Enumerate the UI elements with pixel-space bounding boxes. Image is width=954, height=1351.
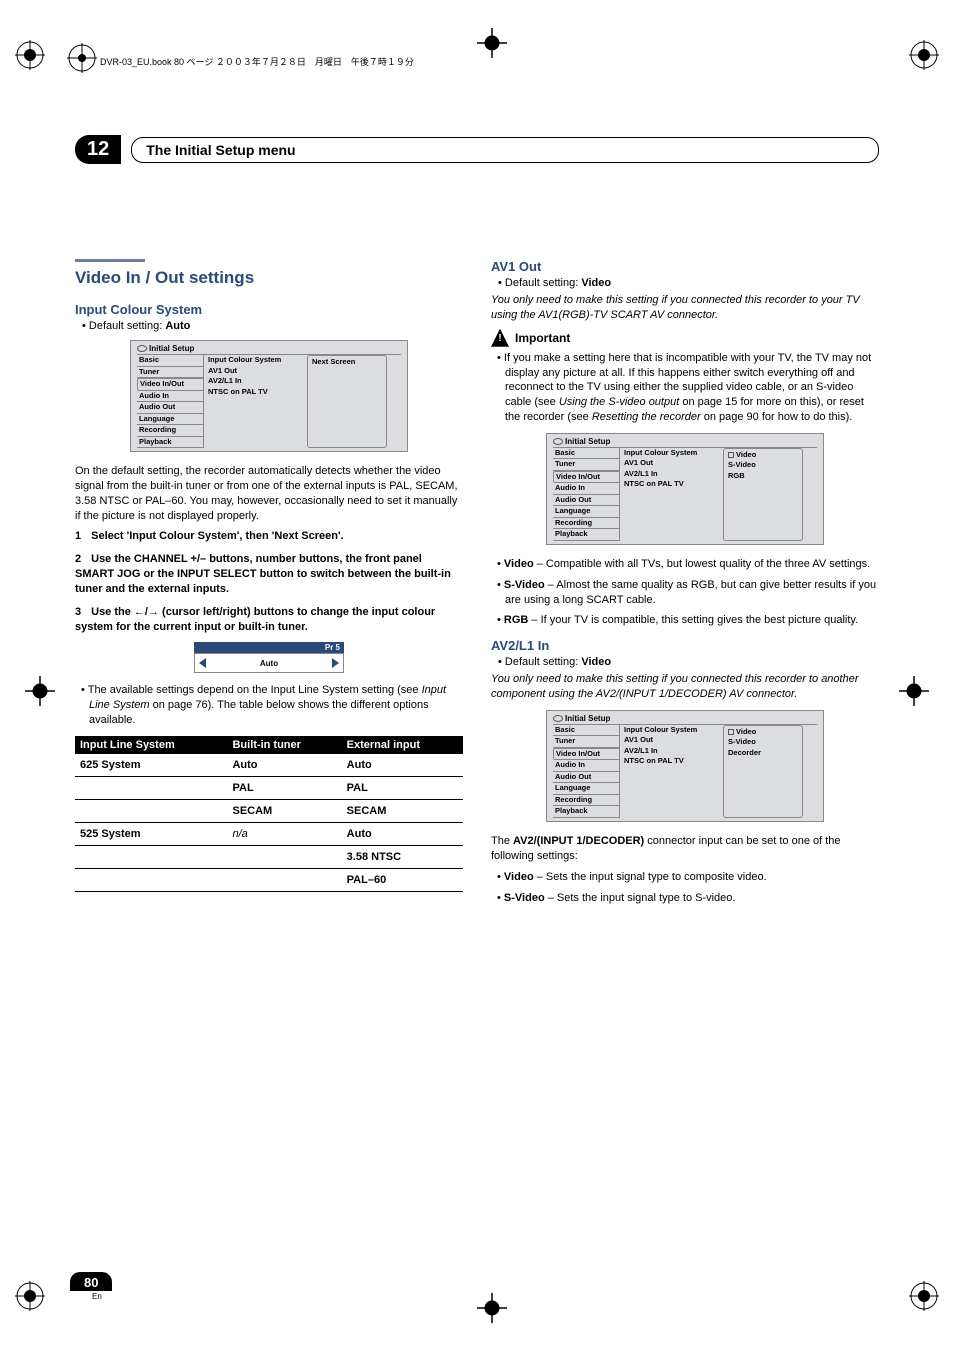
important-text: If you make a setting here that is incom…: [505, 351, 879, 425]
bullet-text: The available settings depend on the Inp…: [89, 683, 463, 728]
crop-mark: [477, 1293, 507, 1323]
default-setting: Default setting: Video: [491, 656, 879, 668]
chapter-number: 12: [75, 135, 121, 164]
crop-mark: [25, 676, 55, 706]
disc-icon: [553, 438, 563, 445]
section-heading: Video In / Out settings: [75, 268, 463, 288]
subsection-heading: Input Colour System: [75, 302, 463, 317]
page-language: En: [92, 1292, 102, 1301]
note-text: You only need to make this setting if yo…: [491, 293, 879, 323]
default-setting: Default setting: Video: [491, 277, 879, 289]
note-text: You only need to make this setting if yo…: [491, 672, 879, 702]
chapter-title: The Initial Setup menu: [146, 142, 305, 158]
crop-mark: [15, 1281, 45, 1311]
right-arrow-icon: [332, 658, 339, 668]
crop-mark: [15, 40, 45, 70]
important-heading: ! Important: [491, 329, 879, 347]
step-3: 3Use the ←/→ (cursor left/right) buttons…: [75, 605, 463, 635]
onscreen-menu: Initial Setup BasicTunerVideo In/OutAudi…: [130, 340, 408, 452]
options-table: Input Line System Built-in tuner Externa…: [75, 736, 463, 892]
onscreen-menu: Initial Setup BasicTunerVideo In/OutAudi…: [546, 710, 824, 822]
bullet-item: Video – Sets the input signal type to co…: [505, 870, 879, 885]
bullet-item: RGB – If your TV is compatible, this set…: [505, 613, 879, 628]
chapter-bar: 12 The Initial Setup menu: [75, 135, 879, 164]
bullet-item: S-Video – Almost the same quality as RGB…: [505, 578, 879, 608]
step-1: 1Select 'Input Colour System', then 'Nex…: [75, 529, 463, 544]
bullet-item: S-Video – Sets the input signal type to …: [505, 891, 879, 906]
paragraph: The AV2/(INPUT 1/DECODER) connector inpu…: [491, 834, 879, 864]
subsection-heading: AV1 Out: [491, 259, 879, 274]
default-setting: Default setting: Auto: [75, 320, 463, 332]
crop-mark: [909, 40, 939, 70]
warning-icon: !: [491, 329, 509, 347]
header-source-line: DVR-03_EU.book 80 ページ ２００３年７月２８日 月曜日 午後７…: [100, 55, 414, 68]
right-column: AV1 Out Default setting: Video You only …: [491, 259, 879, 911]
left-arrow-icon: [199, 658, 206, 668]
tuner-indicator: Pr 5 Auto: [194, 642, 344, 673]
step-2: 2Use the CHANNEL +/– buttons, number but…: [75, 552, 463, 597]
bullet-item: Video – Compatible with all TVs, but low…: [505, 557, 879, 572]
page-number: 80: [70, 1272, 112, 1291]
crop-mark: [477, 28, 507, 58]
paragraph: On the default setting, the recorder aut…: [75, 464, 463, 523]
disc-icon: [137, 345, 147, 352]
onscreen-menu: Initial Setup BasicTunerVideo In/OutAudi…: [546, 433, 824, 545]
crop-mark: [899, 676, 929, 706]
left-column: Video In / Out settings Input Colour Sys…: [75, 259, 463, 911]
crop-mark: [909, 1281, 939, 1311]
disc-icon: [553, 715, 563, 722]
subsection-heading: AV2/L1 In: [491, 638, 879, 653]
header-mark-icon: [67, 43, 97, 73]
